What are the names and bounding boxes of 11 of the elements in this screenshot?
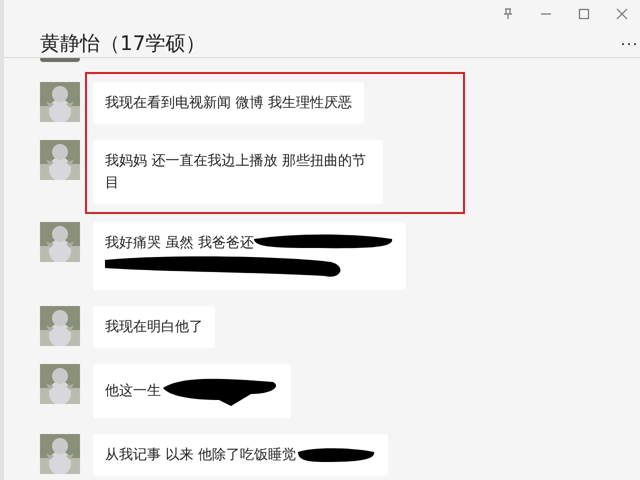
message-text: 他这一生 [105, 382, 161, 399]
message-text: 我现在明白他了 [105, 319, 203, 335]
message-text: 我现在看到电视新闻 微博 我生理性厌恶 [105, 95, 352, 111]
pin-icon[interactable] [502, 8, 514, 20]
maximize-icon[interactable] [578, 8, 590, 20]
close-icon[interactable] [616, 8, 628, 20]
message-text: 我妈妈 还一直在我边上播放 那些扭曲的节目 [105, 153, 366, 191]
more-button[interactable]: ··· [618, 33, 640, 54]
message-text: 我好痛哭 虽然 我爸爸还 [105, 234, 254, 253]
window-title: 黄静怡（17学硕） [40, 30, 206, 57]
message-text: 从我记事 以来 他除了吃饭睡觉 [105, 447, 296, 463]
